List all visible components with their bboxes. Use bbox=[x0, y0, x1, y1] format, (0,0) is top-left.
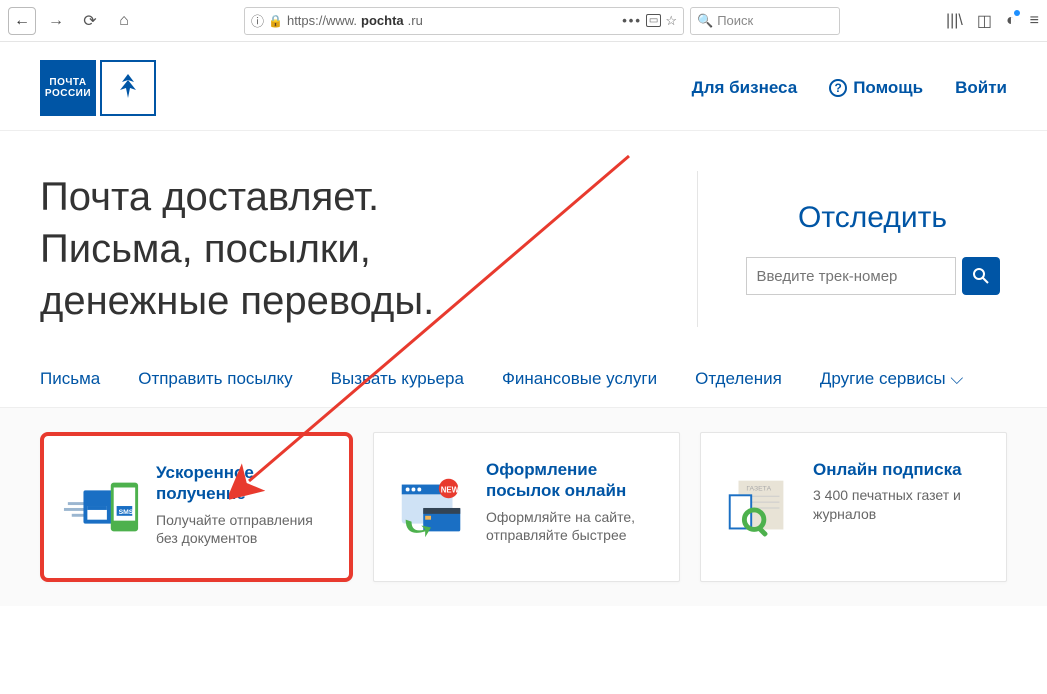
hero-left: Почта доставляет. Письма, посылки, денеж… bbox=[40, 171, 697, 327]
logo[interactable]: ПОЧТАРОССИИ bbox=[40, 60, 156, 116]
logo-eagle-icon bbox=[100, 60, 156, 116]
account-icon[interactable]: ◐ bbox=[1006, 12, 1016, 30]
search-placeholder: Поиск bbox=[717, 13, 753, 28]
svg-text:ГАЗЕТА: ГАЗЕТА bbox=[746, 485, 771, 492]
service-tabs: Письма Отправить посылку Вызвать курьера… bbox=[0, 357, 1047, 408]
cards-row: SMS Ускоренное получение Получайте отпра… bbox=[0, 408, 1047, 606]
hero-line3: денежные переводы. bbox=[40, 279, 434, 323]
reader-icon[interactable]: ▭ bbox=[646, 14, 661, 27]
page-actions-icon[interactable]: ••• bbox=[622, 13, 642, 28]
card-subscription[interactable]: ГАЗЕТА Онлайн подписка 3 400 печатных га… bbox=[700, 432, 1007, 582]
logo-text: ПОЧТАРОССИИ bbox=[40, 60, 96, 116]
hero-line2: Письма, посылки, bbox=[40, 227, 371, 271]
browser-search[interactable]: 🔍 Поиск bbox=[690, 7, 840, 35]
track-title: Отследить bbox=[798, 201, 947, 235]
card-title: Ускоренное получение bbox=[156, 462, 331, 505]
search-icon: 🔍 bbox=[697, 13, 713, 29]
track-search-button[interactable] bbox=[962, 257, 1000, 295]
back-button[interactable]: ← bbox=[8, 7, 36, 35]
url-prefix: https://www. bbox=[287, 13, 357, 28]
forward-button[interactable]: → bbox=[42, 7, 70, 35]
card-fast-receive[interactable]: SMS Ускоренное получение Получайте отпра… bbox=[40, 432, 353, 582]
home-button[interactable]: ⌂ bbox=[110, 7, 138, 35]
card-title: Онлайн подписка bbox=[813, 459, 988, 480]
svg-text:SMS: SMS bbox=[119, 509, 134, 516]
link-business[interactable]: Для бизнеса bbox=[692, 78, 798, 98]
card-online-parcel[interactable]: NEW Оформление посылок онлайн Оформляйте… bbox=[373, 432, 680, 582]
tab-other[interactable]: Другие сервисы ⌵ bbox=[820, 369, 963, 389]
card-desc: Получайте отправления без документов bbox=[156, 511, 331, 549]
site-header: ПОЧТАРОССИИ Для бизнеса ? Помощь Войти bbox=[0, 42, 1047, 131]
url-bar[interactable]: ⓘ 🔒 https://www. pochta .ru ••• ▭ ☆ bbox=[244, 7, 684, 35]
lock-icon: 🔒 bbox=[268, 14, 283, 28]
card-fast-icon: SMS bbox=[62, 462, 142, 552]
library-icon[interactable]: |||\ bbox=[946, 12, 963, 30]
card-desc: Оформляйте на сайте, отправляйте быстрее bbox=[486, 508, 661, 546]
tab-letters[interactable]: Письма bbox=[40, 369, 100, 389]
bookmark-icon[interactable]: ☆ bbox=[665, 13, 677, 29]
info-icon: ⓘ bbox=[251, 11, 264, 30]
search-icon bbox=[972, 267, 990, 285]
menu-icon[interactable]: ≡ bbox=[1030, 12, 1039, 30]
hero-heading: Почта доставляет. Письма, посылки, денеж… bbox=[40, 171, 697, 327]
tab-send-parcel[interactable]: Отправить посылку bbox=[138, 369, 292, 389]
sidebar-icon[interactable]: ◫ bbox=[977, 11, 992, 31]
hero-line1: Почта доставляет. bbox=[40, 175, 379, 219]
link-help[interactable]: ? Помощь bbox=[829, 78, 923, 98]
help-label: Помощь bbox=[853, 78, 923, 98]
url-domain: pochta bbox=[361, 13, 404, 28]
tab-branches[interactable]: Отделения bbox=[695, 369, 782, 389]
tab-courier[interactable]: Вызвать курьера bbox=[331, 369, 464, 389]
card-sub-icon: ГАЗЕТА bbox=[719, 459, 799, 555]
card-desc: 3 400 печатных газет и журналов bbox=[813, 486, 988, 524]
link-login[interactable]: Войти bbox=[955, 78, 1007, 98]
card-title: Оформление посылок онлайн bbox=[486, 459, 661, 502]
card-online-icon: NEW bbox=[392, 459, 472, 555]
browser-right-icons: |||\ ◫ ◐ ≡ bbox=[946, 11, 1039, 31]
url-suffix: .ru bbox=[408, 13, 423, 28]
hero-section: Почта доставляет. Письма, посылки, денеж… bbox=[0, 131, 1047, 357]
header-links: Для бизнеса ? Помощь Войти bbox=[692, 78, 1007, 98]
svg-text:NEW: NEW bbox=[441, 485, 460, 494]
browser-toolbar: ← → ⟳ ⌂ ⓘ 🔒 https://www. pochta .ru ••• ▭ … bbox=[0, 0, 1047, 42]
track-input[interactable] bbox=[746, 257, 956, 295]
reload-button[interactable]: ⟳ bbox=[76, 7, 104, 35]
help-icon: ? bbox=[829, 79, 847, 97]
hero-track: Отследить bbox=[697, 171, 1007, 327]
tab-finance[interactable]: Финансовые услуги bbox=[502, 369, 657, 389]
